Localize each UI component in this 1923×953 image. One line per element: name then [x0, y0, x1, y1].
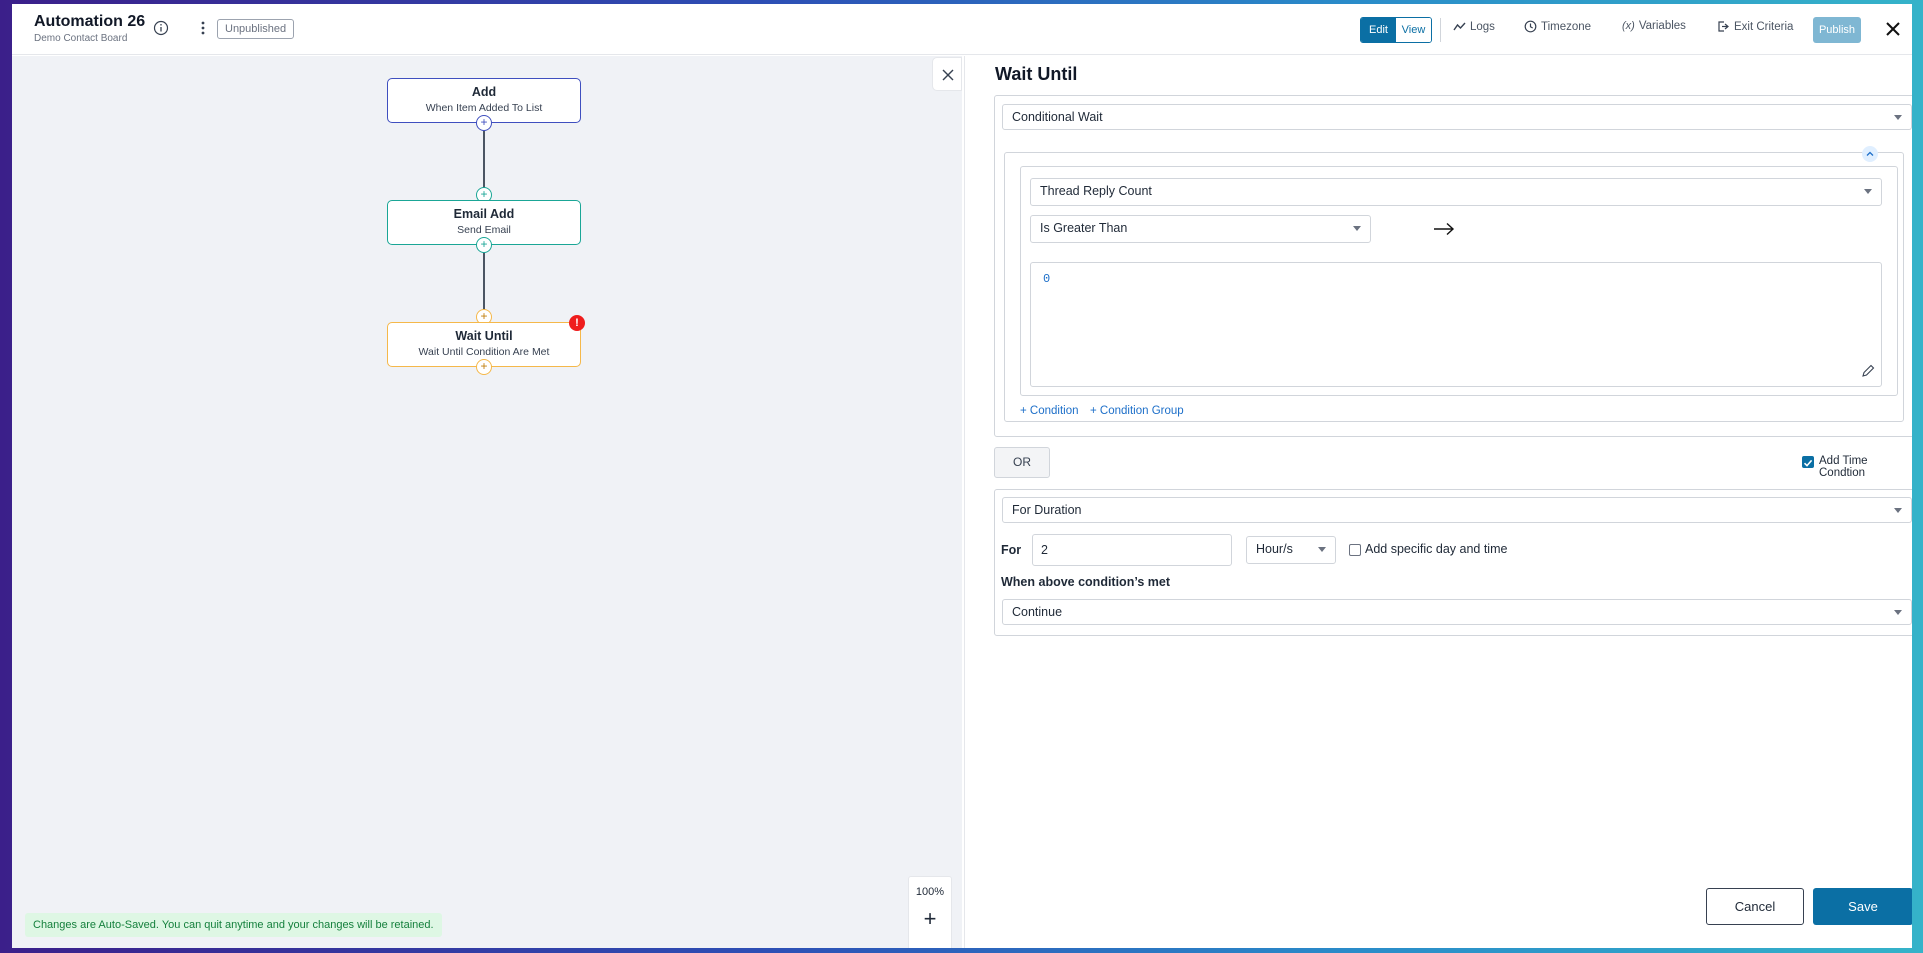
- wait-type-select[interactable]: Conditional Wait: [1002, 104, 1912, 130]
- more-options-icon[interactable]: [195, 19, 211, 37]
- exit-criteria-link[interactable]: Exit Criteria: [1717, 20, 1793, 33]
- time-type-value: For Duration: [1012, 503, 1082, 517]
- connector-line: [483, 253, 485, 317]
- logs-link[interactable]: Logs: [1453, 20, 1495, 33]
- chevron-down-icon: [1318, 547, 1326, 552]
- zoom-in-button[interactable]: +: [909, 908, 951, 930]
- edit-mode-button[interactable]: Edit: [1361, 18, 1396, 42]
- variables-label: Variables: [1638, 20, 1686, 32]
- for-label: For: [1001, 543, 1022, 557]
- add-condition-group-button[interactable]: + Condition Group: [1090, 405, 1184, 417]
- condition-value: 0: [1043, 272, 1051, 286]
- header-divider: [1440, 18, 1441, 42]
- info-icon[interactable]: [153, 20, 169, 36]
- duration-unit-value: Hour/s: [1256, 542, 1293, 556]
- condition-field-value: Thread Reply Count: [1040, 184, 1152, 198]
- when-met-action-value: Continue: [1012, 605, 1063, 619]
- chevron-down-icon: [1894, 115, 1902, 120]
- add-time-condition-label: Add Time Condtion: [1819, 455, 1868, 479]
- error-badge: !: [569, 315, 585, 331]
- timezone-link[interactable]: Timezone: [1524, 20, 1591, 33]
- clock-icon: [1524, 20, 1537, 33]
- app-window: Automation 26 Demo Contact Board Unpubli…: [12, 4, 1912, 948]
- zoom-out-button[interactable]: −: [909, 940, 951, 949]
- collapse-group-button[interactable]: [1862, 146, 1878, 162]
- chevron-down-icon: [1864, 189, 1872, 194]
- mode-toggle: Edit View: [1360, 17, 1432, 43]
- condition-operator-value: Is Greater Than: [1040, 221, 1128, 235]
- chevron-up-icon: [1866, 151, 1874, 156]
- board-name: Demo Contact Board: [34, 33, 128, 44]
- condition-field-select[interactable]: Thread Reply Count: [1030, 178, 1882, 206]
- exit-icon: [1718, 21, 1729, 32]
- duration-unit-select[interactable]: Hour/s: [1246, 536, 1336, 564]
- node-title: Email Add: [453, 207, 515, 221]
- zoom-controls: 100% + −: [908, 876, 952, 948]
- specific-day-label: Add specific day and time: [1365, 542, 1508, 556]
- when-met-label: When above condition’s met: [1001, 575, 1170, 589]
- timezone-label: Timezone: [1541, 20, 1592, 33]
- status-badge: Unpublished: [217, 19, 295, 39]
- chevron-down-icon: [1894, 508, 1902, 513]
- node-subtitle: Wait Until Condition Are Met: [418, 346, 550, 358]
- condition-operator-select[interactable]: Is Greater Than: [1030, 215, 1371, 243]
- chevron-down-icon: [1894, 610, 1902, 615]
- wait-type-value: Conditional Wait: [1012, 110, 1103, 124]
- edit-pencil-icon[interactable]: [1861, 364, 1875, 378]
- condition-value-editor[interactable]: 0: [1030, 262, 1882, 387]
- variables-link[interactable]: (x) Variables: [1622, 20, 1686, 32]
- top-bar: Automation 26 Demo Contact Board Unpubli…: [12, 4, 1912, 55]
- specific-day-checkbox[interactable]: [1349, 544, 1361, 556]
- zoom-level: 100%: [915, 886, 945, 898]
- add-step-button[interactable]: +: [476, 237, 492, 253]
- save-button[interactable]: Save: [1813, 888, 1912, 925]
- node-title: Wait Until: [455, 329, 513, 343]
- view-mode-button[interactable]: View: [1396, 18, 1431, 42]
- when-met-action-select[interactable]: Continue: [1002, 599, 1912, 625]
- chart-line-icon: [1453, 22, 1466, 31]
- add-step-button[interactable]: +: [476, 115, 492, 131]
- node-title: Add: [471, 85, 497, 99]
- variable-icon: (x): [1622, 20, 1635, 32]
- or-button[interactable]: OR: [994, 447, 1050, 478]
- node-subtitle: Send Email: [457, 224, 511, 236]
- check-icon: [1803, 459, 1813, 467]
- close-icon[interactable]: [1884, 20, 1902, 38]
- node-subtitle: When Item Added To List: [425, 102, 543, 114]
- connector-line: [483, 131, 485, 195]
- workflow-canvas[interactable]: Add When Item Added To List + + Email Ad…: [12, 56, 962, 948]
- arrow-right-icon: [1434, 222, 1455, 236]
- automation-title: Automation 26: [34, 13, 146, 30]
- duration-input[interactable]: 2: [1032, 534, 1232, 566]
- chevron-down-icon: [1353, 226, 1361, 231]
- exit-criteria-label: Exit Criteria: [1734, 20, 1794, 33]
- cancel-button[interactable]: Cancel: [1706, 888, 1804, 925]
- add-condition-button[interactable]: + Condition: [1020, 405, 1079, 417]
- logs-label: Logs: [1470, 20, 1495, 33]
- time-type-select[interactable]: For Duration: [1002, 497, 1912, 523]
- add-step-button[interactable]: +: [476, 359, 492, 375]
- close-panel-button[interactable]: [932, 57, 962, 91]
- autosave-notice: Changes are Auto-Saved. You can quit any…: [25, 913, 442, 937]
- add-time-condition-checkbox[interactable]: [1802, 456, 1814, 468]
- panel-title: Wait Until: [995, 64, 1078, 84]
- publish-button[interactable]: Publish: [1813, 17, 1861, 43]
- close-icon: [942, 69, 954, 81]
